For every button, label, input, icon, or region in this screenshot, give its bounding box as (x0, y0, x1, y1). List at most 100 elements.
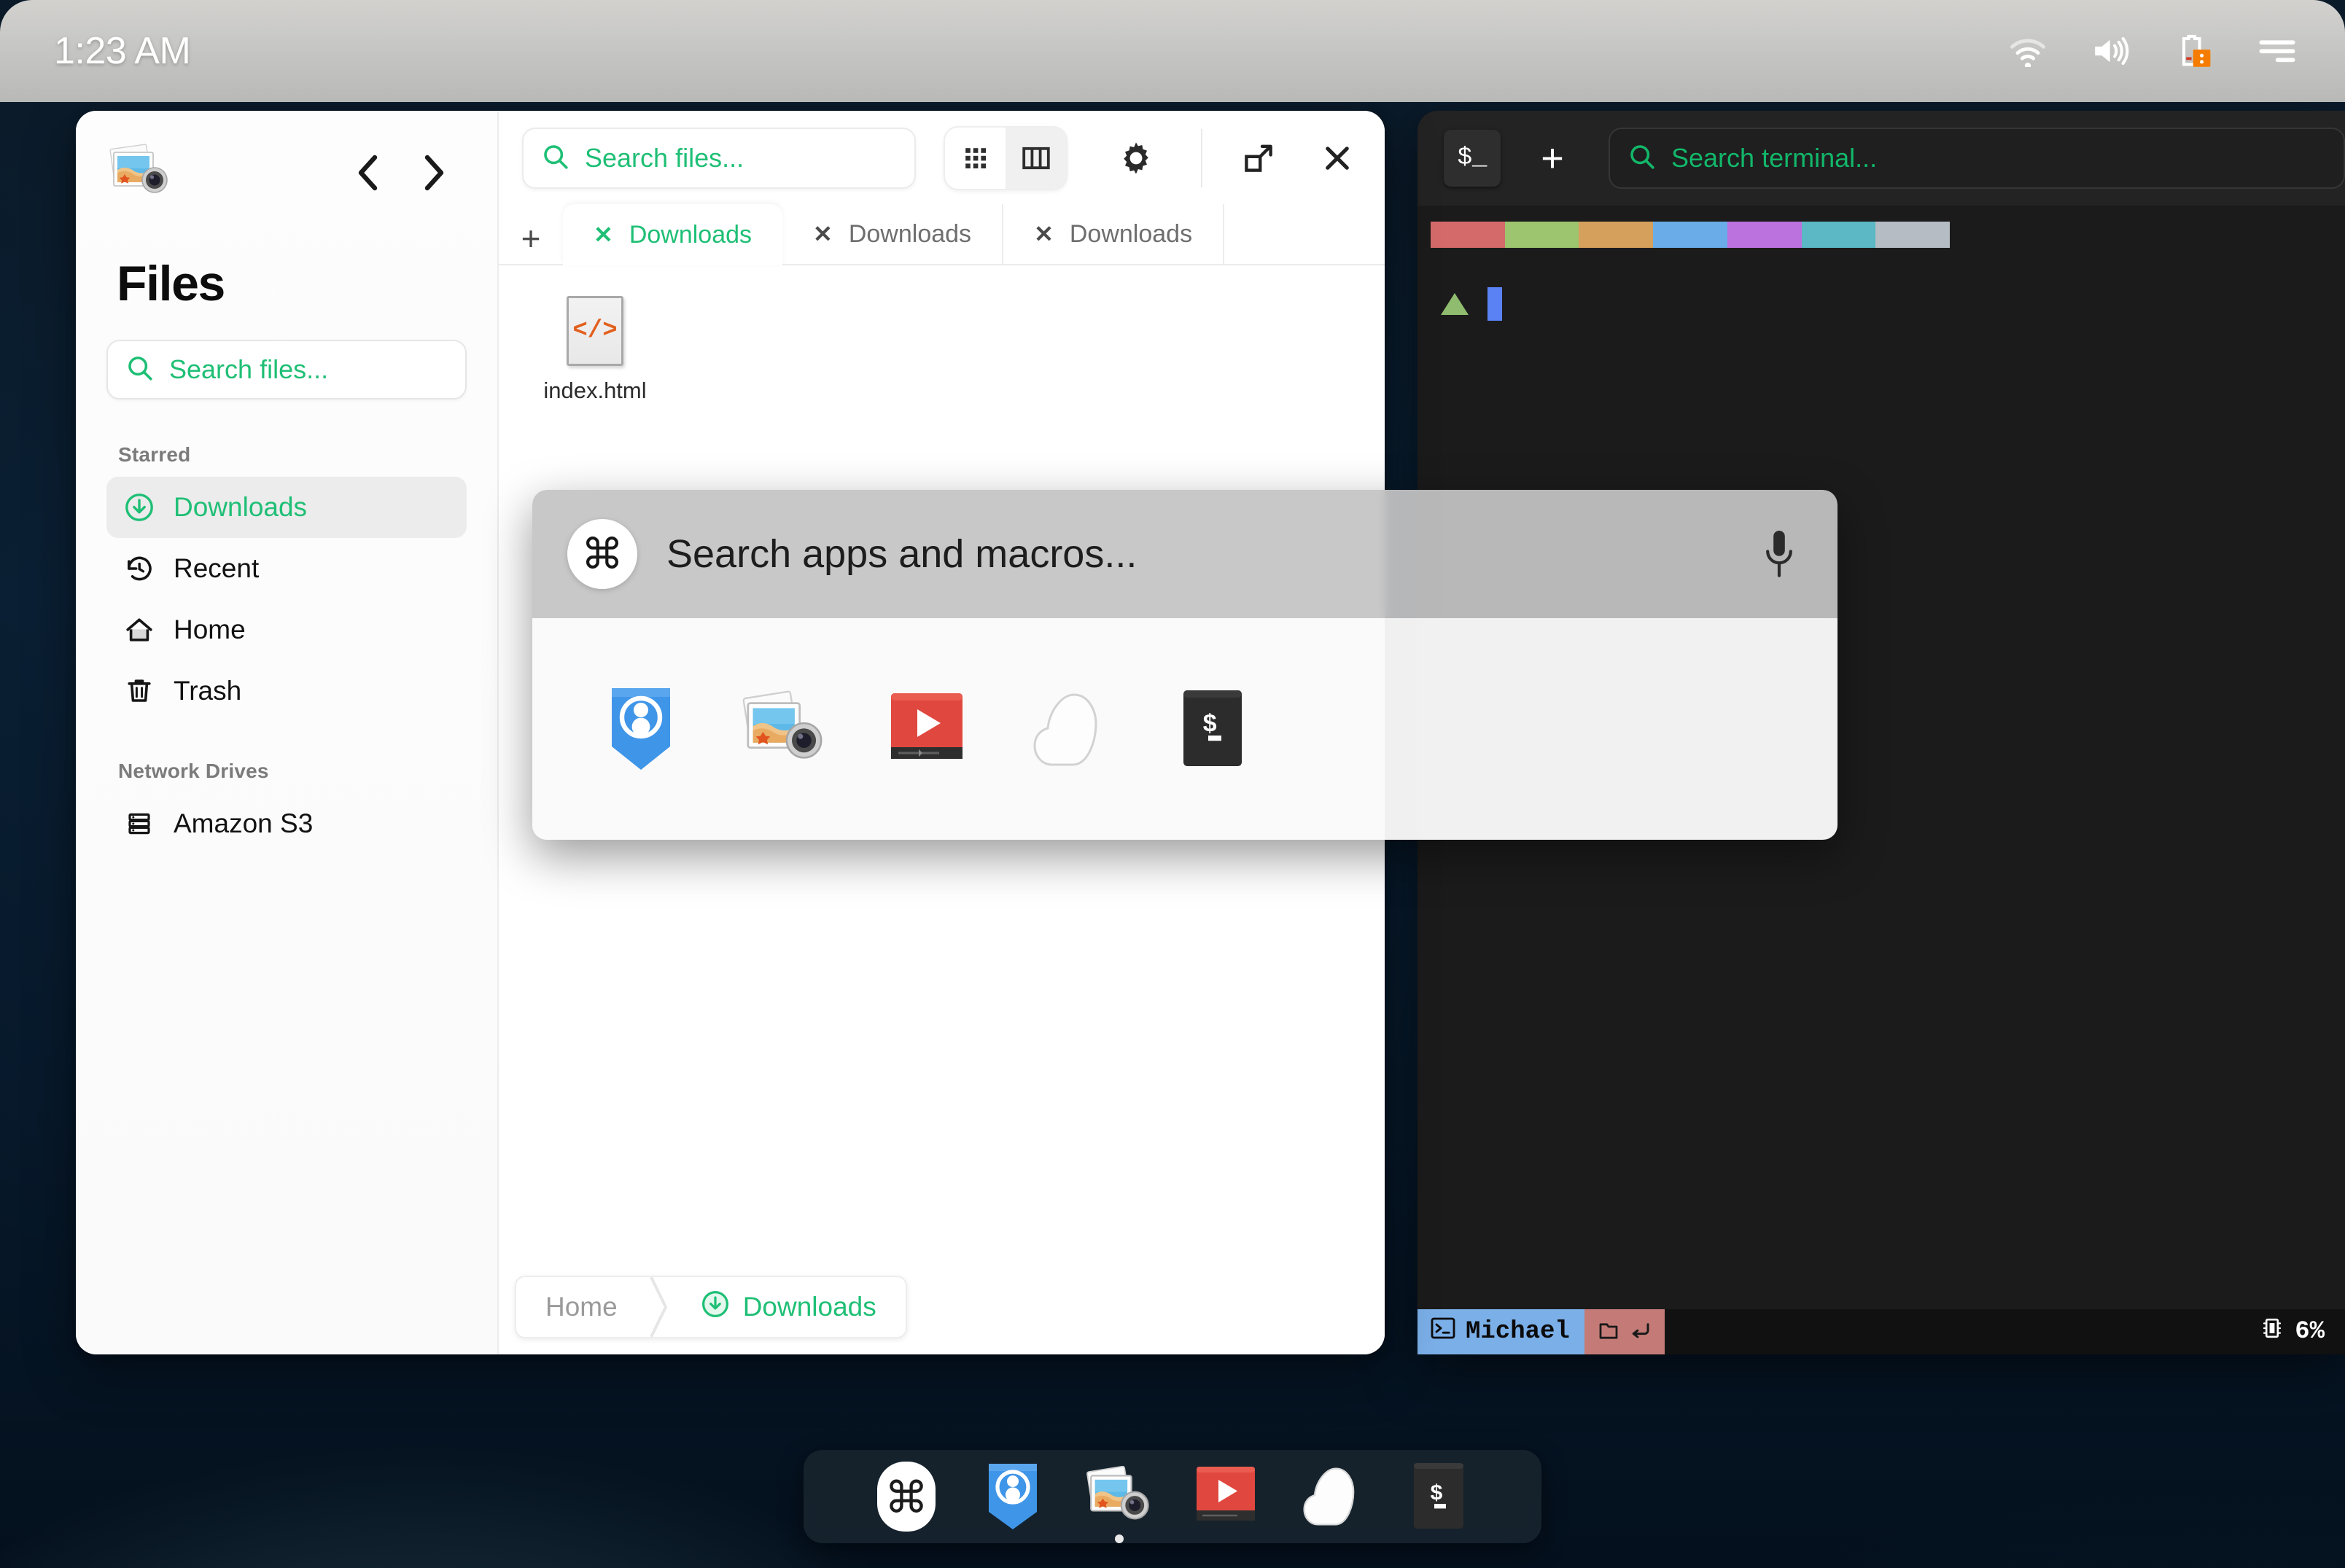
cpu-percent-label: 6% (2295, 1318, 2325, 1346)
file-name-label: index.html (543, 378, 647, 403)
page-title: Files (117, 256, 225, 311)
dock-item-contacts[interactable] (978, 1462, 1048, 1532)
dock-item-launcher[interactable]: ⌘ (871, 1462, 941, 1532)
breadcrumb-item-downloads[interactable]: Downloads (672, 1277, 906, 1337)
sidebar-group-label-network-drives: Network Drives (118, 760, 269, 782)
terminal-cursor (1488, 287, 1502, 321)
microphone-icon[interactable] (1754, 525, 1804, 583)
folder-icon (1598, 1319, 1619, 1345)
files-toolbar: Search files... (499, 111, 1385, 206)
app-running-indicator (1115, 1534, 1124, 1543)
new-tab-button[interactable]: + (499, 213, 563, 264)
tab-downloads-2[interactable]: ✕ Downloads (782, 204, 1004, 264)
tab-label: Downloads (1069, 219, 1193, 248)
terminal-search-input[interactable]: Search terminal... (1609, 128, 2345, 189)
system-top-bar: 1:23 AM (0, 0, 2345, 102)
sidebar-item-label: Downloads (174, 492, 308, 522)
contacts-app-icon[interactable] (596, 684, 685, 773)
prompt-triangle-icon (1441, 293, 1469, 315)
color-swatch-blue (1653, 222, 1727, 248)
sidebar-search-placeholder: Search files... (169, 354, 329, 384)
terminal-app-icon[interactable]: $ (1168, 684, 1257, 773)
photos-app-icon[interactable] (739, 684, 828, 773)
dock-item-cloud[interactable] (1297, 1462, 1367, 1532)
command-palette-results: $ (532, 618, 1838, 840)
file-item-index-html[interactable]: </> index.html (531, 296, 659, 404)
forward-chevron-icon[interactable] (417, 152, 451, 193)
volume-icon[interactable] (2088, 28, 2134, 74)
sidebar-item-amazon-s3[interactable]: Amazon S3 (106, 793, 467, 854)
sidebar-item-label: Amazon S3 (174, 808, 314, 838)
sidebar-search-input[interactable]: Search files... (106, 340, 467, 399)
color-swatch-orange (1579, 222, 1654, 248)
sidebar-item-downloads[interactable]: Downloads (106, 477, 467, 538)
color-swatch-green (1504, 222, 1579, 248)
terminal-icon (1431, 1317, 1455, 1347)
window-controls (1236, 136, 1360, 181)
breadcrumb: Home Downloads (515, 1276, 907, 1338)
status-user-segment: Michael (1418, 1309, 1584, 1354)
back-chevron-icon[interactable] (351, 152, 385, 193)
close-tab-icon[interactable]: ✕ (594, 221, 613, 249)
dock-item-terminal[interactable]: $ (1404, 1462, 1474, 1532)
svg-text:⌘: ⌘ (884, 1473, 928, 1524)
cloud-app-icon[interactable] (1025, 684, 1114, 773)
menu-icon[interactable] (2255, 28, 2300, 74)
svg-text:$: $ (1202, 711, 1217, 739)
close-tab-icon[interactable]: ✕ (813, 220, 833, 248)
download-circle-icon (701, 1290, 730, 1325)
color-swatch-gray (1875, 222, 1951, 248)
system-clock: 1:23 AM (54, 30, 191, 72)
dock-item-photos[interactable] (1084, 1462, 1154, 1543)
search-icon (1629, 144, 1655, 173)
column-view-icon[interactable] (1006, 128, 1067, 189)
new-terminal-tab-button[interactable]: + (1531, 136, 1574, 181)
color-swatch-red (1431, 222, 1505, 248)
status-directory-segment (1584, 1309, 1665, 1354)
sidebar-header (106, 133, 467, 213)
tab-label: Downloads (629, 220, 752, 249)
sidebar-item-recent[interactable]: Recent (106, 538, 467, 599)
command-palette-placeholder: Search apps and macros... (666, 532, 1138, 576)
search-input[interactable]: Search files... (522, 128, 916, 189)
status-username: Michael (1466, 1318, 1570, 1346)
command-palette: ⌘ Search apps and macros... $ (532, 490, 1838, 840)
sidebar-item-trash[interactable]: Trash (106, 660, 467, 722)
breadcrumb-separator-icon (647, 1277, 672, 1337)
download-circle-icon (124, 492, 155, 523)
close-tab-icon[interactable]: ✕ (1034, 220, 1054, 248)
sidebar-item-home[interactable]: Home (106, 599, 467, 660)
breadcrumb-item-home[interactable]: Home (516, 1277, 647, 1337)
tab-strip: + ✕ Downloads ✕ Downloads ✕ Downloads (499, 204, 1385, 265)
sidebar-group-label-starred: Starred (118, 443, 191, 466)
files-sidebar: Files Search files... Starred Downloads … (76, 111, 499, 1354)
color-swatch-cyan (1801, 222, 1876, 248)
breadcrumb-label: Downloads (742, 1292, 876, 1322)
html-file-icon: </> (567, 296, 623, 366)
gear-icon[interactable] (1113, 131, 1159, 185)
cpu-icon (2261, 1316, 2283, 1349)
tab-downloads-1[interactable]: ✕ Downloads (563, 204, 783, 265)
view-toggle (944, 126, 1068, 190)
maximize-icon[interactable] (1236, 136, 1281, 181)
command-palette-search-bar[interactable]: ⌘ Search apps and macros... (532, 490, 1838, 618)
tab-downloads-3[interactable]: ✕ Downloads (1003, 204, 1225, 264)
tab-label: Downloads (848, 219, 972, 248)
terminal-status-bar: Michael 6% (1418, 1309, 2345, 1354)
dock-item-video[interactable] (1191, 1462, 1261, 1532)
battery-warning-icon[interactable] (2171, 28, 2217, 74)
video-app-icon[interactable] (882, 684, 971, 773)
grid-view-icon[interactable] (945, 128, 1006, 189)
command-key-icon: ⌘ (567, 519, 637, 589)
photos-app-icon (106, 142, 175, 203)
server-icon (124, 808, 155, 839)
sidebar-item-label: Trash (174, 676, 242, 706)
svg-text:$: $ (1430, 1482, 1443, 1507)
close-icon[interactable] (1315, 136, 1360, 181)
home-icon (124, 615, 155, 645)
nav-arrows (351, 152, 467, 193)
wifi-icon[interactable] (2005, 28, 2050, 74)
terminal-app-icon: $_ (1444, 130, 1501, 187)
sidebar-item-label: Recent (174, 553, 260, 583)
terminal-toolbar: $_ + Search terminal... (1418, 111, 2345, 206)
